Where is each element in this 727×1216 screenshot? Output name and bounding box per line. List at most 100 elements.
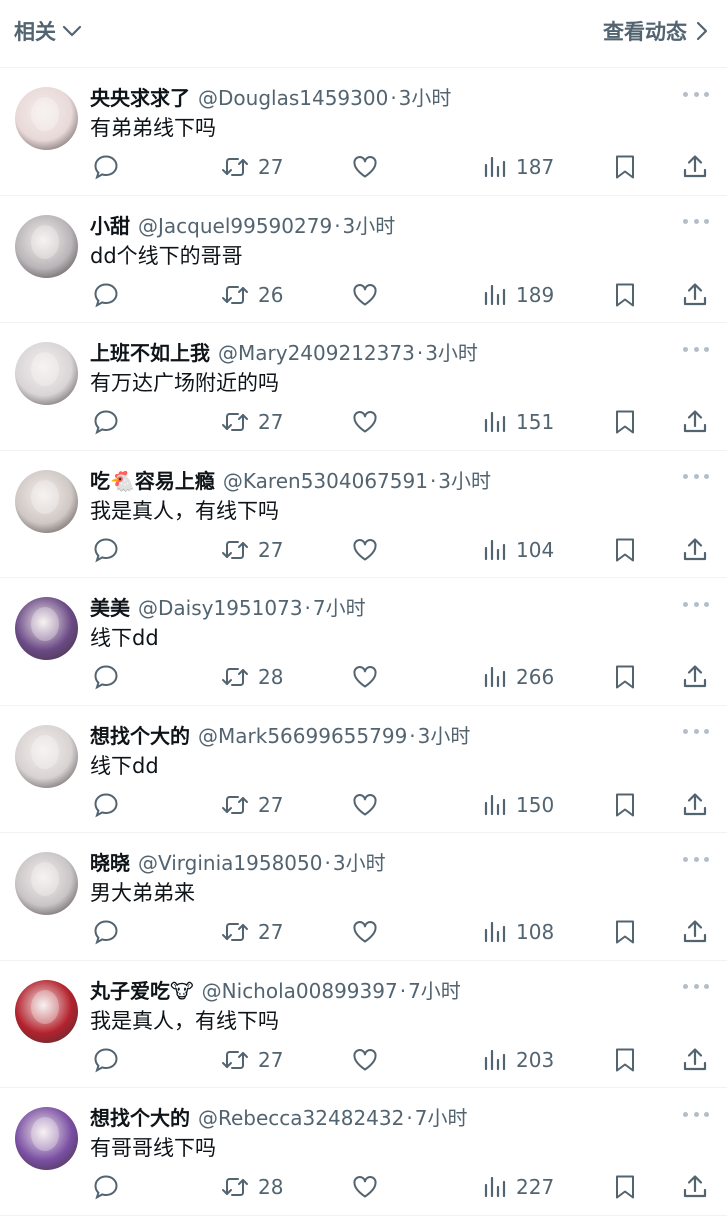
tweet[interactable]: 丸子爱吃🐮 @Nichola00899397 · 7小时 我是真人，有线下吗 27	[0, 961, 727, 1088]
retweet-button[interactable]: 27	[220, 917, 283, 947]
avatar[interactable]	[15, 597, 78, 660]
timestamp[interactable]: 3小时	[425, 341, 478, 365]
reply-button[interactable]	[92, 280, 120, 310]
views-button[interactable]: 150	[482, 790, 554, 820]
like-button[interactable]	[351, 662, 379, 692]
retweet-button[interactable]: 26	[220, 280, 283, 310]
bookmark-button[interactable]	[612, 917, 638, 947]
bookmark-button[interactable]	[612, 280, 638, 310]
timestamp[interactable]: 7小时	[313, 596, 366, 620]
tweet[interactable]: 央央求求了 @Douglas1459300 · 3小时 有弟弟线下吗 27 18…	[0, 68, 727, 196]
views-button[interactable]: 187	[482, 152, 554, 182]
share-button[interactable]	[681, 407, 709, 437]
avatar[interactable]	[15, 214, 78, 278]
timestamp[interactable]: 3小时	[343, 214, 396, 238]
avatar[interactable]	[15, 724, 78, 788]
more-options-icon[interactable]	[683, 90, 709, 98]
tweet[interactable]: 上班不如上我 @Mary2409212373 · 3小时 有万达广场附近的吗 27	[0, 323, 727, 451]
user-handle[interactable]: @Daisy1951073	[138, 596, 303, 620]
view-activity-link[interactable]: 查看动态	[603, 16, 709, 46]
display-name[interactable]: 想找个大的	[90, 1106, 190, 1130]
retweet-button[interactable]: 27	[220, 1045, 283, 1075]
tweet[interactable]: 晓晓 @Virginia1958050 · 3小时 男大弟弟来 27 108	[0, 833, 727, 961]
bookmark-button[interactable]	[612, 662, 638, 692]
retweet-button[interactable]: 27	[220, 407, 283, 437]
like-button[interactable]	[351, 407, 379, 437]
share-button[interactable]	[681, 917, 709, 947]
avatar[interactable]	[15, 87, 78, 150]
views-button[interactable]: 266	[482, 662, 554, 692]
more-options-icon[interactable]	[683, 218, 709, 226]
user-handle[interactable]: @Mary2409212373	[218, 341, 415, 365]
retweet-button[interactable]: 28	[220, 662, 283, 692]
tweet[interactable]: 吃🐔容易上瘾 @Karen5304067591 · 3小时 我是真人，有线下吗 27	[0, 451, 727, 578]
bookmark-button[interactable]	[612, 790, 638, 820]
more-options-icon[interactable]	[683, 983, 709, 991]
display-name[interactable]: 美美	[90, 596, 130, 620]
timestamp[interactable]: 3小时	[399, 86, 452, 110]
display-name[interactable]: 央央求求了	[90, 86, 190, 110]
more-options-icon[interactable]	[683, 600, 709, 608]
reply-button[interactable]	[92, 152, 120, 182]
display-name[interactable]: 小甜	[90, 214, 130, 238]
like-button[interactable]	[351, 1172, 379, 1202]
views-button[interactable]: 227	[482, 1172, 554, 1202]
timestamp[interactable]: 3小时	[333, 851, 386, 875]
more-options-icon[interactable]	[683, 345, 709, 353]
user-handle[interactable]: @Rebecca32482432	[198, 1106, 404, 1130]
like-button[interactable]	[351, 152, 379, 182]
timestamp[interactable]: 3小时	[438, 469, 491, 493]
like-button[interactable]	[351, 535, 379, 565]
views-button[interactable]: 203	[482, 1045, 554, 1075]
reply-button[interactable]	[92, 1045, 120, 1075]
views-button[interactable]: 108	[482, 917, 554, 947]
bookmark-button[interactable]	[612, 152, 638, 182]
display-name[interactable]: 丸子爱吃🐮	[90, 979, 194, 1003]
share-button[interactable]	[681, 790, 709, 820]
views-button[interactable]: 151	[482, 407, 554, 437]
share-button[interactable]	[681, 152, 709, 182]
more-options-icon[interactable]	[683, 1110, 709, 1118]
timestamp[interactable]: 7小时	[408, 979, 461, 1003]
views-button[interactable]: 189	[482, 280, 554, 310]
display-name[interactable]: 想找个大的	[90, 724, 190, 748]
display-name[interactable]: 上班不如上我	[90, 341, 210, 365]
more-options-icon[interactable]	[683, 728, 709, 736]
share-button[interactable]	[681, 1045, 709, 1075]
avatar[interactable]	[15, 979, 78, 1043]
timestamp[interactable]: 3小时	[418, 724, 471, 748]
user-handle[interactable]: @Virginia1958050	[138, 851, 322, 875]
share-button[interactable]	[681, 1172, 709, 1202]
avatar[interactable]	[15, 469, 78, 533]
retweet-button[interactable]: 28	[220, 1172, 283, 1202]
reply-button[interactable]	[92, 535, 120, 565]
timestamp[interactable]: 7小时	[415, 1106, 468, 1130]
retweet-button[interactable]: 27	[220, 152, 283, 182]
bookmark-button[interactable]	[612, 1172, 638, 1202]
avatar[interactable]	[15, 342, 78, 405]
user-handle[interactable]: @Mark56699655799	[198, 724, 407, 748]
like-button[interactable]	[351, 790, 379, 820]
tweet[interactable]: 想找个大的 @Rebecca32482432 · 7小时 有哥哥线下吗 28 2…	[0, 1088, 727, 1216]
user-handle[interactable]: @Karen5304067591	[223, 469, 428, 493]
views-button[interactable]: 104	[482, 535, 554, 565]
related-dropdown[interactable]: 相关	[14, 16, 82, 46]
retweet-button[interactable]: 27	[220, 790, 283, 820]
reply-button[interactable]	[92, 917, 120, 947]
bookmark-button[interactable]	[612, 1045, 638, 1075]
share-button[interactable]	[681, 662, 709, 692]
more-options-icon[interactable]	[683, 855, 709, 863]
display-name[interactable]: 晓晓	[90, 851, 130, 875]
bookmark-button[interactable]	[612, 535, 638, 565]
user-handle[interactable]: @Douglas1459300	[198, 86, 388, 110]
avatar[interactable]	[15, 1107, 78, 1170]
share-button[interactable]	[681, 535, 709, 565]
display-name[interactable]: 吃🐔容易上瘾	[90, 469, 215, 493]
reply-button[interactable]	[92, 662, 120, 692]
tweet[interactable]: 想找个大的 @Mark56699655799 · 3小时 线下dd 27 150	[0, 706, 727, 833]
reply-button[interactable]	[92, 407, 120, 437]
avatar[interactable]	[15, 852, 78, 915]
like-button[interactable]	[351, 280, 379, 310]
user-handle[interactable]: @Nichola00899397	[202, 979, 398, 1003]
tweet[interactable]: 小甜 @Jacquel99590279 · 3小时 dd个线下的哥哥 26 18…	[0, 196, 727, 323]
